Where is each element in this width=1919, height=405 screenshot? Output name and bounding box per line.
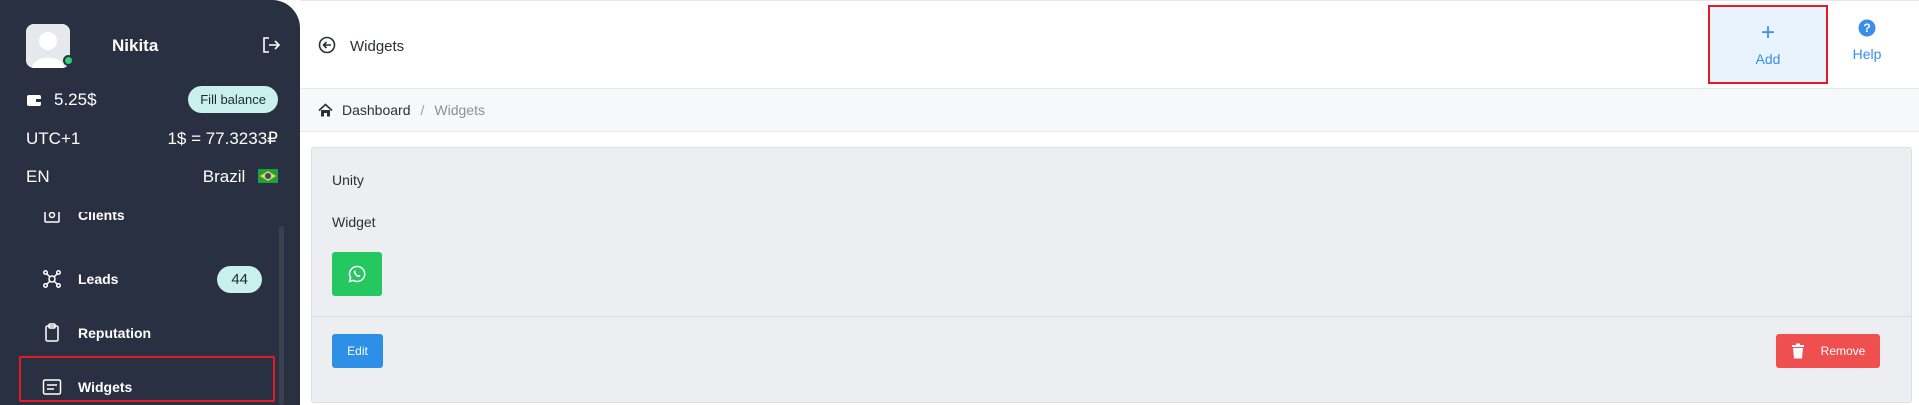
remove-button[interactable]: Remove	[1776, 334, 1880, 368]
page-title: Widgets	[350, 38, 405, 55]
widget-card-footer: Edit Remove	[312, 316, 1911, 402]
country-selector[interactable]: Brazil	[203, 167, 278, 187]
exchange-rate: 1$ = 77.3233₽	[167, 129, 278, 148]
breadcrumb: Dashboard / Widgets	[300, 89, 1919, 132]
plus-icon: +	[1760, 19, 1775, 46]
trash-icon	[1791, 343, 1804, 359]
sidebar-item-leads[interactable]: Leads 44	[42, 265, 272, 293]
sidebar: Nikita 5.25$ Fill balance UTC+1 1$ = 77.…	[0, 0, 300, 405]
language-country-row: EN Brazil	[26, 167, 278, 187]
sidebar-item-clients[interactable]: Clients	[42, 212, 272, 229]
help-button[interactable]: ? Help	[1845, 19, 1889, 62]
whatsapp-channel-button[interactable]	[332, 252, 382, 296]
fill-balance-button[interactable]: Fill balance	[188, 86, 278, 113]
help-label: Help	[1852, 46, 1882, 62]
widget-card-body: Unity Widget	[312, 148, 1911, 316]
widget-name: Unity	[332, 172, 364, 188]
back-arrow-icon[interactable]	[318, 36, 336, 54]
sidebar-scrollbar[interactable]	[279, 226, 284, 405]
balance-row: 5.25$ Fill balance	[26, 86, 278, 113]
widgets-highlight-box	[19, 356, 275, 402]
sidebar-item-label: Leads	[78, 271, 119, 287]
widget-card: Unity Widget Edit Remove	[311, 147, 1912, 403]
wallet-icon	[27, 94, 41, 106]
online-status-dot	[63, 55, 74, 66]
user-name: Nikita	[112, 36, 159, 55]
home-icon	[318, 102, 333, 116]
breadcrumb-separator: /	[420, 102, 425, 118]
leads-count-badge: 44	[217, 265, 262, 293]
sidebar-item-label: Reputation	[78, 325, 152, 341]
logout-icon[interactable]	[260, 34, 282, 56]
top-bar: Widgets + Add ? Help	[300, 0, 1919, 89]
balance-amount: 5.25$	[54, 89, 97, 109]
country-name: Brazil	[202, 167, 246, 186]
remove-label: Remove	[1820, 344, 1866, 358]
add-button[interactable]: + Add	[1708, 5, 1828, 84]
edit-button[interactable]: Edit	[332, 334, 383, 368]
breadcrumb-dashboard-link[interactable]: Dashboard	[342, 102, 411, 118]
svg-text:?: ?	[1863, 21, 1870, 35]
sidebar-item-reputation[interactable]: Reputation	[42, 319, 272, 347]
clipboard-icon	[42, 323, 62, 343]
user-profile: Nikita	[26, 24, 282, 68]
leads-icon	[42, 269, 62, 289]
breadcrumb-current: Widgets	[434, 102, 485, 118]
sidebar-item-label: Clients	[78, 212, 125, 223]
brazil-flag-icon	[258, 169, 278, 183]
add-label: Add	[1755, 51, 1781, 67]
timezone-rate-row: UTC+1 1$ = 77.3233₽	[26, 129, 278, 149]
timezone[interactable]: UTC+1	[26, 129, 80, 149]
clients-icon	[42, 212, 62, 225]
widget-type: Widget	[332, 214, 376, 230]
whatsapp-icon	[348, 265, 366, 283]
language[interactable]: EN	[26, 167, 50, 187]
help-icon: ?	[1858, 19, 1876, 37]
